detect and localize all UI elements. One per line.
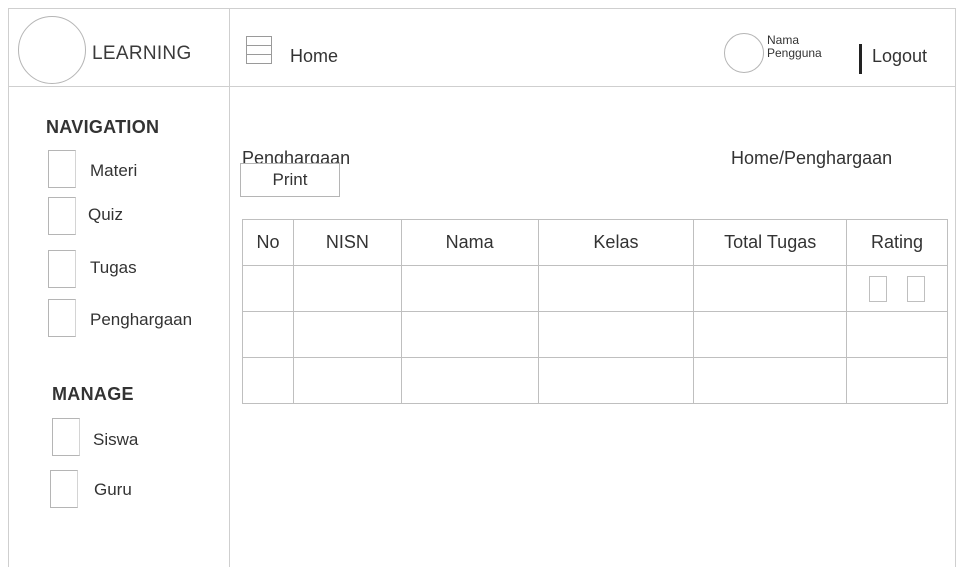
penghargaan-icon (48, 299, 76, 337)
column-header-rating: Rating (846, 219, 948, 266)
topbar: Home Nama Pengguna Logout (230, 8, 956, 86)
print-button[interactable]: Print (240, 163, 340, 197)
table-cell (242, 311, 294, 358)
manage-title: MANAGE (52, 384, 134, 404)
table-cell (292, 357, 402, 404)
table-cell (693, 311, 848, 358)
logout-link[interactable]: Logout (872, 46, 927, 67)
column-header-nama: Nama (400, 219, 539, 266)
table-cell (242, 265, 294, 312)
navigation-title: NAVIGATION (46, 117, 160, 137)
brand: LEARNING (8, 8, 230, 86)
menu-icon[interactable] (246, 36, 272, 64)
column-header-nisn: NISN (292, 219, 402, 266)
table-row (242, 311, 948, 358)
sidebar-item-label: Tugas (90, 258, 137, 277)
table-cell (693, 357, 848, 404)
table-cell (693, 265, 848, 312)
sidebar-item-penghargaan[interactable]: Penghargaan (48, 299, 229, 339)
table-row (242, 265, 948, 312)
materi-icon (48, 150, 76, 188)
siswa-icon (52, 418, 80, 456)
table-cell (400, 265, 539, 312)
sidebar-item-label: Siswa (93, 430, 139, 449)
table-cell (846, 357, 948, 404)
sidebar: NAVIGATION Materi Quiz Tugas Penghargaan… (8, 87, 230, 567)
sidebar-item-siswa[interactable]: Siswa (52, 418, 172, 458)
tugas-icon (48, 250, 76, 288)
guru-icon (50, 470, 78, 508)
sidebar-item-label: Penghargaan (90, 310, 193, 329)
table-cell (537, 311, 695, 358)
divider (859, 44, 862, 74)
table-header-row: No NISN Nama Kelas Total Tugas Rating (242, 219, 948, 266)
table-cell (292, 311, 402, 358)
table-cell (400, 357, 539, 404)
sidebar-item-label: Materi (90, 161, 138, 180)
table-cell (537, 265, 695, 312)
table-cell (292, 265, 402, 312)
sidebar-item-guru[interactable]: Guru (50, 470, 170, 510)
quiz-icon (48, 197, 76, 235)
user-name: Nama Pengguna (767, 34, 857, 60)
penghargaan-table: No NISN Nama Kelas Total Tugas Rating (242, 219, 948, 404)
table-row (242, 357, 948, 404)
table-cell (242, 357, 294, 404)
home-link[interactable]: Home (290, 46, 338, 67)
sidebar-item-label: Guru (94, 480, 132, 499)
rating-cell (846, 265, 948, 312)
column-header-kelas: Kelas (537, 219, 695, 266)
breadcrumb[interactable]: Home/Penghargaan (731, 148, 892, 169)
user-name-line2: Pengguna (767, 46, 822, 60)
sidebar-item-label: Quiz (88, 205, 123, 224)
avatar[interactable] (724, 33, 764, 73)
table-cell (846, 311, 948, 358)
brand-title: LEARNING (92, 43, 192, 64)
logo-placeholder-icon (18, 16, 86, 84)
column-header-no: No (242, 219, 294, 266)
table-cell (537, 357, 695, 404)
table-cell (400, 311, 539, 358)
rating-checkbox[interactable] (869, 275, 888, 302)
sidebar-item-tugas[interactable]: Tugas (48, 250, 198, 290)
sidebar-item-quiz[interactable]: Quiz (48, 197, 198, 237)
column-header-total-tugas: Total Tugas (693, 219, 848, 266)
sidebar-item-materi[interactable]: Materi (48, 150, 198, 190)
rating-checkbox[interactable] (907, 275, 926, 302)
